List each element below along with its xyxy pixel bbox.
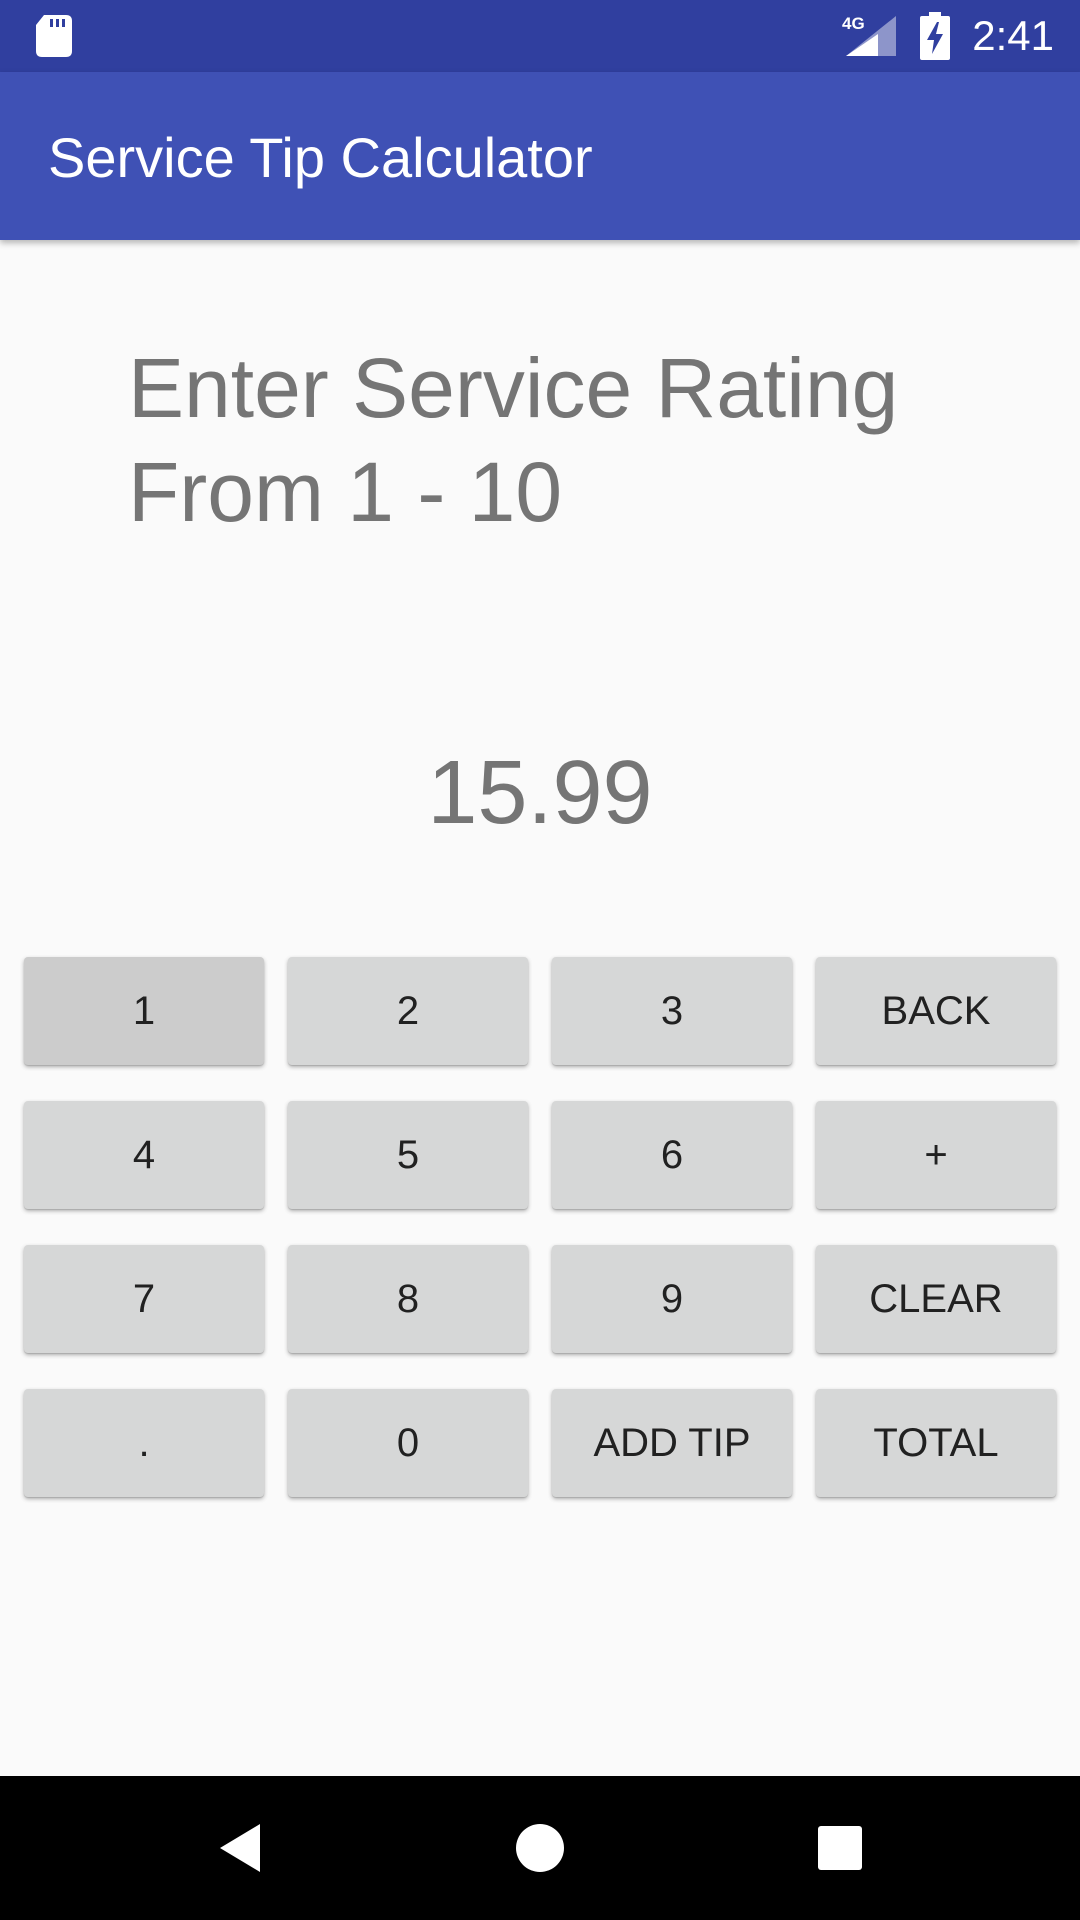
add-tip-button[interactable]: ADD TIP: [552, 1389, 792, 1497]
network-type-label: 4G: [842, 14, 865, 33]
key-0[interactable]: 0: [288, 1389, 528, 1497]
key-7[interactable]: 7: [24, 1245, 264, 1353]
key-8[interactable]: 8: [288, 1245, 528, 1353]
plus-button[interactable]: +: [816, 1101, 1056, 1209]
prompt-line-2: From 1 - 10: [128, 445, 563, 539]
back-button[interactable]: BACK: [816, 957, 1056, 1065]
app-bar: Service Tip Calculator: [0, 72, 1080, 240]
key-6[interactable]: 6: [552, 1101, 792, 1209]
keypad: 1 2 3 BACK 4 5 6 + 7 8 9 CLEAR . 0 ADD T…: [24, 957, 1056, 1497]
status-time: 2:41: [972, 12, 1054, 59]
key-3[interactable]: 3: [552, 957, 792, 1065]
rating-prompt: Enter Service Rating From 1 - 10: [128, 336, 968, 544]
app-title: Service Tip Calculator: [48, 126, 593, 189]
key-4[interactable]: 4: [24, 1101, 264, 1209]
clear-button[interactable]: CLEAR: [816, 1245, 1056, 1353]
home-icon[interactable]: [504, 1812, 576, 1884]
amount-display: 15.99: [427, 743, 653, 843]
sd-card-icon: [36, 15, 72, 57]
prompt-line-1: Enter Service Rating: [128, 341, 899, 435]
back-icon[interactable]: [204, 1812, 276, 1884]
recents-icon[interactable]: [804, 1812, 876, 1884]
navigation-bar: [0, 1776, 1080, 1920]
status-bar: 4G 2:41: [0, 0, 1080, 72]
key-2[interactable]: 2: [288, 957, 528, 1065]
key-9[interactable]: 9: [552, 1245, 792, 1353]
decimal-button[interactable]: .: [24, 1389, 264, 1497]
key-1[interactable]: 1: [24, 957, 264, 1065]
signal-icon: 4G: [842, 14, 896, 56]
battery-charging-icon: [920, 12, 950, 60]
key-5[interactable]: 5: [288, 1101, 528, 1209]
total-button[interactable]: TOTAL: [816, 1389, 1056, 1497]
